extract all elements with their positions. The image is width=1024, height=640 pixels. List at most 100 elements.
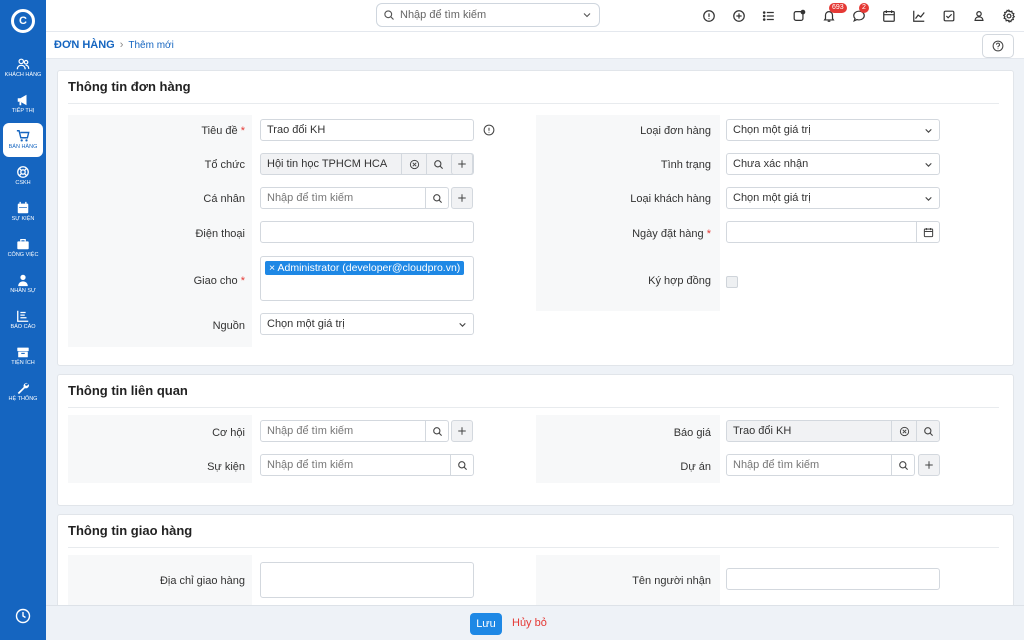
recipient-name-field[interactable] — [726, 568, 940, 590]
history-clock-icon[interactable] — [15, 608, 31, 624]
sidebar-item-label: BÁN HÀNG — [8, 144, 38, 151]
order-type-select[interactable]: Chọn một giá trị — [726, 119, 940, 141]
tasks-button[interactable] — [784, 0, 814, 32]
assignee-label: Giao cho * — [193, 275, 245, 287]
question-circle-icon — [992, 40, 1004, 52]
box-icon — [17, 347, 29, 358]
sidebar-item-marketing[interactable]: TIẾP THỊ — [3, 87, 43, 121]
search-icon — [433, 193, 443, 203]
search-icon — [899, 460, 909, 470]
organization-field[interactable]: Hội tin học TPHCM HCA — [260, 153, 474, 175]
calendar-icon — [923, 227, 934, 237]
order-date-field[interactable] — [726, 221, 940, 243]
app-logo[interactable]: C — [11, 9, 35, 33]
breadcrumb-separator: › — [119, 39, 124, 51]
sidebar-item-system[interactable]: HỆ THỐNG — [3, 375, 43, 409]
sidebar-item-label: TIẾP THỊ — [11, 108, 35, 115]
chevron-down-icon[interactable] — [581, 9, 593, 21]
help-button[interactable] — [982, 34, 1014, 58]
event-search-field[interactable]: Nhập để tìm kiếm — [260, 454, 474, 476]
top-actions: 693 2 — [694, 0, 1024, 32]
search-event-button[interactable] — [450, 454, 474, 476]
sidebar-item-support[interactable]: CSKH — [3, 159, 43, 193]
add-project-button[interactable] — [918, 454, 940, 476]
subject-field[interactable]: Trao đổi KH — [260, 119, 474, 141]
chevron-down-icon — [925, 196, 932, 201]
cancel-button[interactable]: Hủy bỏ — [512, 617, 547, 629]
info-icon[interactable] — [483, 124, 495, 136]
wrench-icon — [17, 383, 29, 395]
search-icon — [433, 426, 443, 436]
analytics-button[interactable] — [904, 0, 934, 32]
top-bar: 693 2 — [46, 0, 1024, 32]
search-icon — [434, 159, 444, 169]
user-icon — [974, 11, 984, 21]
messages-badge: 2 — [859, 3, 869, 13]
users-icon — [16, 58, 30, 70]
project-label: Dự án — [680, 461, 711, 473]
opportunity-search-field[interactable]: Nhập để tìm kiếm — [260, 420, 449, 442]
related-info-section: Thông tin liên quan Cơ hội Nhập để tìm k… — [57, 374, 1014, 506]
plus-icon — [458, 160, 466, 168]
source-select[interactable]: Chọn một giá trị — [260, 313, 474, 335]
sidebar-item-utilities[interactable]: TIỆN ÍCH — [3, 339, 43, 373]
breadcrumb-module-link[interactable]: ĐƠN HÀNG — [54, 39, 115, 51]
contract-checkbox[interactable] — [726, 276, 738, 288]
clear-icon — [409, 159, 419, 169]
settings-button[interactable] — [994, 0, 1024, 32]
person-icon — [18, 275, 28, 287]
subject-label: Tiêu đề * — [201, 125, 245, 137]
sidebar-item-events[interactable]: SỰ KIỆN — [3, 195, 43, 229]
customer-type-select[interactable]: Chọn một giá trị — [726, 187, 940, 209]
quick-add-button[interactable] — [724, 0, 754, 32]
date-picker-button[interactable] — [916, 221, 940, 243]
global-search[interactable] — [376, 3, 600, 27]
cart-icon — [16, 130, 30, 142]
calendar-icon — [883, 10, 895, 22]
info-icon — [703, 10, 715, 22]
search-person-button[interactable] — [425, 187, 449, 209]
search-project-button[interactable] — [891, 454, 915, 476]
sidebar-item-label: NHÂN SỰ — [10, 288, 36, 295]
plus-circle-icon — [733, 10, 745, 22]
project-search-field[interactable]: Nhập để tìm kiếm — [726, 454, 915, 476]
line-chart-icon — [913, 10, 925, 22]
assignee-field[interactable]: × Administrator (developer@cloudpro.vn) — [260, 256, 474, 301]
add-person-button[interactable] — [451, 187, 473, 209]
sidebar-item-reports[interactable]: BÁO CÁO — [3, 303, 43, 337]
list-button[interactable] — [754, 0, 784, 32]
search-organization-button[interactable] — [426, 153, 450, 175]
sidebar-item-label: SỰ KIỆN — [11, 216, 35, 223]
save-button[interactable]: Lưu — [470, 613, 502, 635]
sidebar-item-tasks[interactable]: CÔNG VIỆC — [3, 231, 43, 265]
megaphone-icon — [17, 95, 27, 106]
delivery-address-textarea[interactable] — [260, 562, 474, 598]
phone-field[interactable] — [260, 221, 474, 243]
profile-button[interactable] — [964, 0, 994, 32]
sidebar-item-label: CSKH — [15, 180, 31, 187]
section-title: Thông tin đơn hàng — [68, 79, 191, 94]
section-divider — [68, 103, 999, 104]
search-opportunity-button[interactable] — [425, 420, 449, 442]
checklist-button[interactable] — [934, 0, 964, 32]
sidebar-item-hr[interactable]: NHÂN SỰ — [3, 267, 43, 301]
quote-field[interactable]: Trao đổi KH — [726, 420, 940, 442]
contract-label: Ký hợp đồng — [648, 275, 711, 287]
calendar-button[interactable] — [874, 0, 904, 32]
sidebar-item-customers[interactable]: KHÁCH HÀNG — [3, 51, 43, 85]
global-search-input[interactable] — [400, 9, 581, 21]
add-organization-button[interactable] — [451, 153, 473, 175]
section-divider — [68, 547, 999, 548]
notifications-button[interactable]: 693 — [814, 0, 847, 32]
person-search-field[interactable]: Nhập để tìm kiếm — [260, 187, 449, 209]
search-quote-button[interactable] — [916, 420, 940, 442]
add-opportunity-button[interactable] — [451, 420, 473, 442]
person-placeholder: Nhập để tìm kiếm — [267, 192, 354, 204]
info-button[interactable] — [694, 0, 724, 32]
sidebar-item-sales[interactable]: BÁN HÀNG — [3, 123, 43, 157]
clear-quote-button[interactable] — [891, 420, 916, 442]
clear-organization-button[interactable] — [401, 153, 426, 175]
calendar-icon — [17, 202, 29, 214]
messages-button[interactable]: 2 — [844, 0, 874, 32]
status-select[interactable]: Chưa xác nhận — [726, 153, 940, 175]
